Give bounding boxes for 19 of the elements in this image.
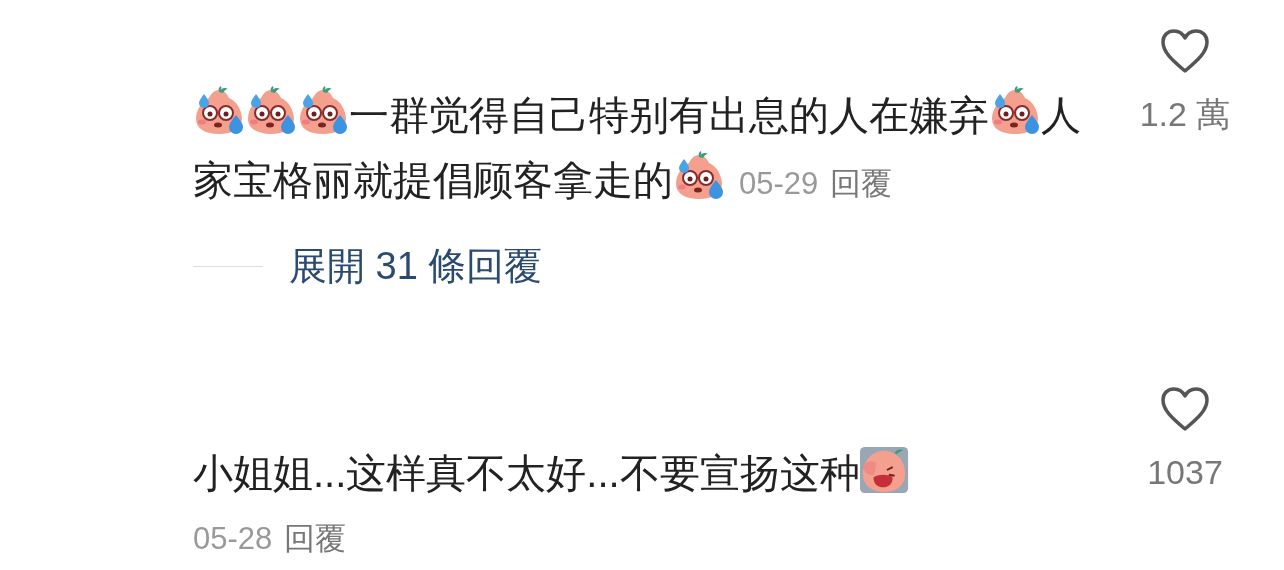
- like-count: 1.2 萬: [1139, 94, 1231, 134]
- comment-text: 一群觉得自己特别有出息的人在嫌弃: [349, 93, 989, 137]
- sweat-emoji-icon: [989, 85, 1041, 137]
- comment-date: 05-29: [739, 164, 819, 203]
- reply-link[interactable]: 回覆: [830, 150, 893, 216]
- heart-icon[interactable]: [1160, 28, 1210, 74]
- reply-link[interactable]: 回覆: [284, 513, 347, 564]
- facepalm-emoji-icon: [859, 444, 910, 495]
- comment-text: 人: [1041, 93, 1081, 137]
- expand-replies-link[interactable]: 展開 31 條回覆: [289, 238, 543, 296]
- comment-text: 小姐姐...这样真不太好...不要宣扬这种: [193, 450, 860, 495]
- sweat-emoji-icon: [673, 150, 725, 202]
- comment-date: 05-28: [193, 519, 273, 558]
- sweat-emoji-icon: [297, 85, 349, 137]
- like-count: 1037: [1147, 451, 1223, 492]
- heart-icon[interactable]: [1160, 385, 1210, 432]
- sweat-emoji-icon: [193, 85, 245, 137]
- comment-text: 家宝格丽就提倡顾客拿走的: [193, 158, 673, 202]
- sweat-emoji-icon: [245, 85, 297, 137]
